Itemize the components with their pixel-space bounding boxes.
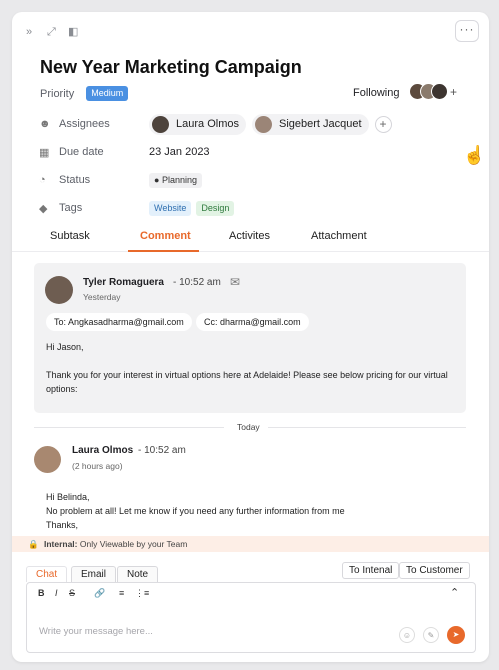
assignee-name: Laura Olmos [176, 118, 239, 130]
composer-tab-email[interactable]: Email [71, 566, 117, 582]
tab-attachment[interactable]: Attachment [311, 230, 367, 242]
priority-badge[interactable]: Medium [86, 86, 129, 101]
comment-line1: Hi Belinda, [46, 492, 90, 502]
tab-subtask[interactable]: Subtask [50, 230, 90, 242]
message-input[interactable]: Write your message here... [39, 626, 153, 637]
send-button[interactable]: ➤ [447, 626, 465, 644]
user-icon: ☻ [39, 118, 51, 130]
add-assignee-button[interactable]: + [374, 115, 392, 133]
comment-time: - 10:52 am [138, 445, 186, 456]
assignee-chip[interactable]: Sigebert Jacquet [251, 113, 369, 135]
message-composer: Chat Email Note To Intenal To Customer B… [26, 562, 489, 655]
divider [34, 427, 224, 428]
assignee-name: Sigebert Jacquet [278, 118, 362, 130]
priority-row: Priority Medium [40, 86, 129, 101]
due-date-label: Due date [59, 146, 104, 158]
task-detail-panel: » ⤢ ◧ ··· New Year Marketing Campaign Pr… [12, 12, 489, 662]
composer-tab-chat[interactable]: Chat [26, 566, 68, 582]
email-to: To: Angkasadharma@gmail.com [46, 313, 192, 331]
collapse-icon[interactable]: » [26, 26, 32, 38]
comment-relative-time: (2 hours ago) [72, 461, 123, 471]
expand-icon[interactable]: ⤢ [47, 26, 56, 38]
internal-notice-bar: 🔒 Internal: Only Viewable by your Team [12, 536, 489, 552]
numbered-list-icon[interactable]: ≡ [119, 588, 124, 598]
more-options-button[interactable]: ··· [455, 20, 479, 42]
date-divider-label: Today [237, 422, 260, 432]
link-icon[interactable]: 🔗 [94, 588, 105, 599]
active-tab-indicator [128, 250, 199, 252]
email-greeting: Hi Jason, [46, 342, 84, 352]
tag-website[interactable]: Website [149, 200, 192, 216]
status-badge[interactable]: ● Planning [149, 172, 202, 188]
comment-line2: No problem at all! Let me know if you ne… [46, 506, 345, 516]
add-follower-icon[interactable]: + [450, 85, 457, 99]
assignee-chip[interactable]: Laura Olmos [149, 113, 246, 135]
email-body-line2: options: [46, 384, 78, 394]
priority-label: Priority [40, 87, 75, 100]
status-row: ◔ Status ● Planning [39, 170, 202, 190]
attachment-icon[interactable]: ✎ [423, 627, 439, 643]
avatar [34, 446, 61, 473]
status-icon: ◔ [39, 174, 46, 186]
email-cc: Cc: dharma@gmail.com [196, 313, 309, 331]
followers-group[interactable]: + [409, 83, 457, 100]
tags-label: Tags [59, 202, 83, 214]
assignees-label: Assignees [59, 118, 110, 130]
follower-avatar [431, 83, 448, 100]
status-value: Planning [161, 174, 197, 185]
following-label: Following [353, 87, 400, 99]
internal-text: Only Viewable by your Team [79, 539, 188, 549]
email-sender: Tyler Romaguera [83, 277, 164, 288]
detail-tabs: Subtask Comment Activites Attachment [12, 226, 489, 252]
calendar-icon: ▦ [39, 146, 50, 159]
sidebar-toggle-icon[interactable]: ◧ [68, 26, 78, 38]
avatar [254, 115, 272, 133]
divider [268, 427, 466, 428]
italic-button[interactable]: I [55, 588, 58, 598]
emoji-icon[interactable]: ☺ [399, 627, 415, 643]
mail-icon[interactable]: ✉ [230, 275, 240, 289]
email-time: - 10:52 am [173, 277, 221, 288]
hand-cursor-icon: ☝ [463, 145, 486, 165]
tags-row: ◆ Tags Website Design [39, 198, 235, 218]
due-date-row: ▦ Due date 23 Jan 2023 [39, 142, 210, 162]
composer-tab-note[interactable]: Note [117, 566, 159, 582]
tag-design[interactable]: Design [196, 200, 235, 216]
tab-activities[interactable]: Activites [229, 230, 270, 242]
email-date: Yesterday [83, 292, 121, 302]
internal-label: Internal: [43, 539, 78, 549]
tag-icon: ◆ [39, 202, 48, 215]
status-label: Status [59, 174, 91, 186]
avatar [152, 115, 169, 133]
comment-author: Laura Olmos [72, 445, 134, 456]
email-card: Tyler Romaguera - 10:52 am ✉ Yesterday T… [34, 263, 466, 413]
email-body-line1: Thank you for your interest in virtual o… [46, 370, 448, 380]
message-editor[interactable]: B I S 🔗 ≡ ⋮≡ ⌃ Write your message here..… [26, 582, 476, 653]
tab-comment[interactable]: Comment [140, 230, 191, 242]
to-internal-button[interactable]: To Intenal [342, 562, 400, 579]
bullet-list-icon[interactable]: ⋮≡ [135, 588, 149, 599]
comment-line3: Thanks, [46, 520, 79, 530]
bold-button[interactable]: B [38, 588, 45, 598]
avatar [45, 276, 73, 304]
lock-icon: 🔒 [28, 539, 39, 549]
chevron-up-icon[interactable]: ⌃ [450, 586, 459, 599]
to-customer-button[interactable]: To Customer [399, 562, 470, 579]
assignees-row: ☻ Assignees Laura Olmos Sigebert Jacquet… [39, 113, 392, 135]
page-title: New Year Marketing Campaign [40, 57, 302, 77]
due-date-value[interactable]: 23 Jan 2023 [149, 146, 210, 158]
more-icon: ··· [459, 22, 475, 36]
strike-button[interactable]: S [69, 588, 75, 598]
